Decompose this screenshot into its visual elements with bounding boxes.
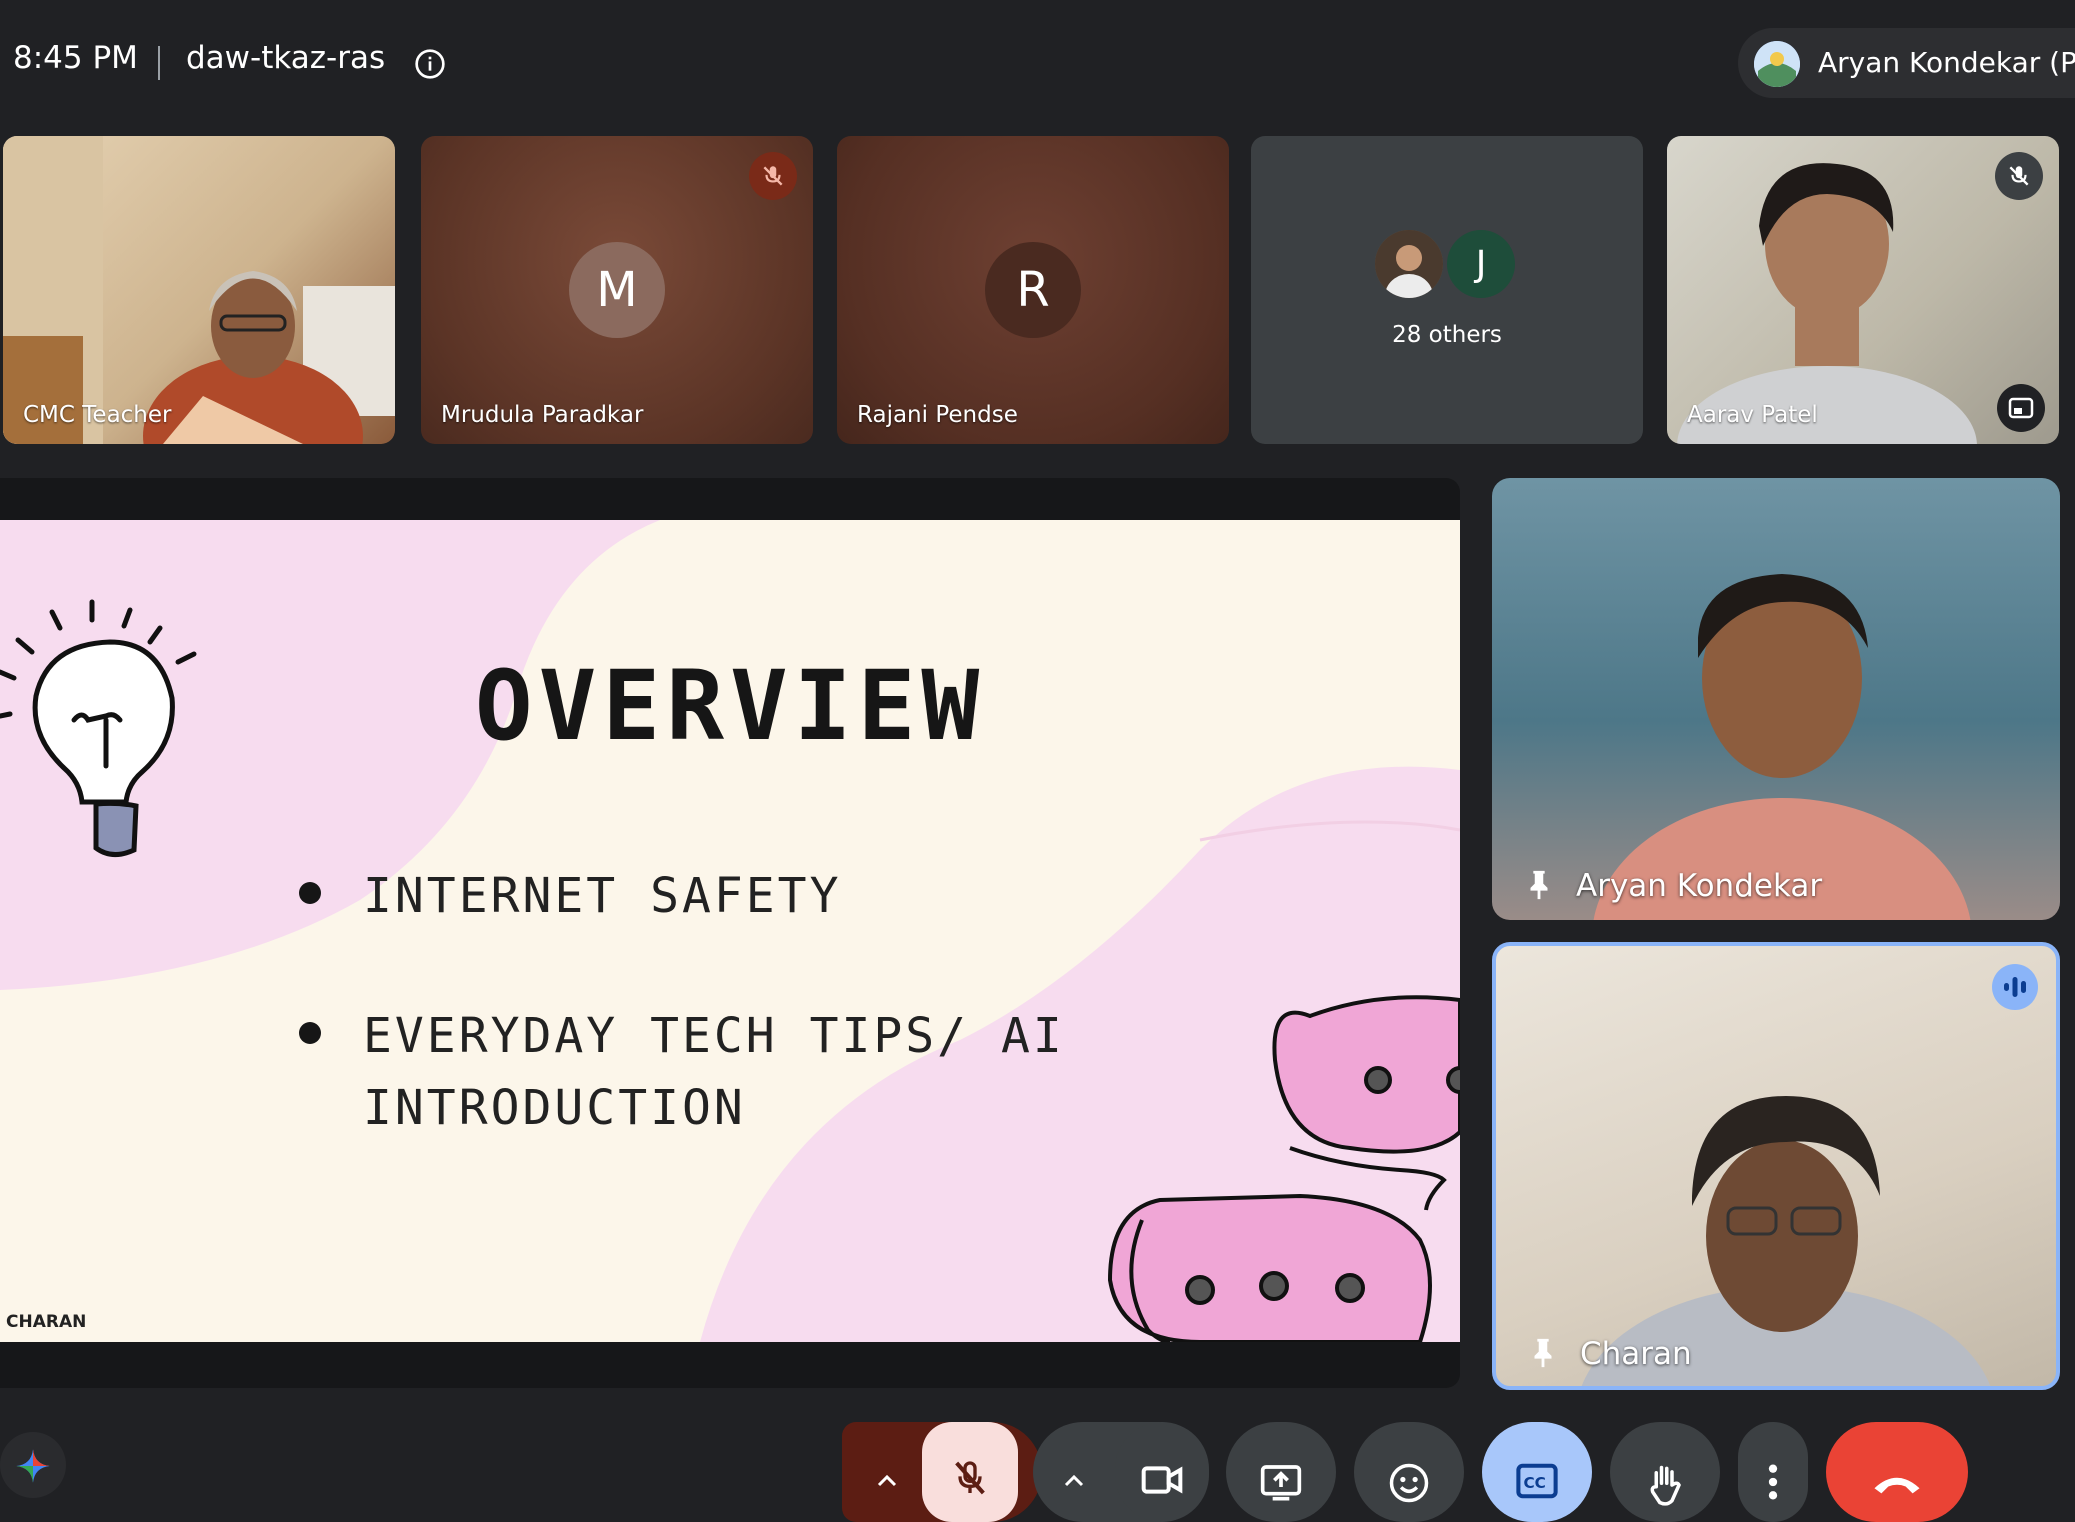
present-button[interactable] — [1226, 1422, 1336, 1522]
audio-level-icon — [1992, 964, 2038, 1010]
end-call-icon — [1874, 1477, 1920, 1494]
presenter-name: Aryan Kondekar (Pre — [1818, 46, 2075, 79]
video-feed — [3, 136, 395, 444]
participant-tile-mrudula[interactable]: M Mrudula Paradkar — [421, 136, 813, 444]
bullet-text: INTERNET SAFETY — [363, 868, 842, 924]
captions-icon: CC — [1516, 1463, 1558, 1499]
gemini-button[interactable] — [0, 1432, 66, 1498]
camera-icon — [1141, 1466, 1183, 1494]
slide: OVERVIEW INTERNET SAFETY EVERYDAY TECH T… — [0, 520, 1460, 1342]
speaker-name: Aryan Kondekar — [1576, 868, 1823, 904]
participant-tile-cmc-teacher[interactable]: CMC Teacher — [3, 136, 395, 444]
reactions-button[interactable] — [1354, 1422, 1464, 1522]
svg-text:CC: CC — [1523, 1474, 1545, 1492]
expand-icon[interactable] — [1997, 384, 2045, 432]
participant-name: Rajani Pendse — [857, 402, 1018, 428]
video-feed — [1581, 1096, 1991, 1386]
end-call-button[interactable] — [1826, 1422, 1968, 1522]
avatar: R — [985, 242, 1081, 338]
mic-off-icon — [955, 1461, 985, 1495]
more-options-button[interactable] — [1738, 1422, 1808, 1522]
raise-hand-icon — [1650, 1465, 1681, 1506]
participant-name: CMC Teacher — [23, 402, 172, 428]
participant-name: Aarav Patel — [1687, 402, 1818, 428]
presenter-chip[interactable]: Aryan Kondekar (Pre — [1738, 28, 2075, 98]
camera-control-group — [1033, 1422, 1209, 1522]
clock: 8:45 PM — [13, 40, 138, 76]
avatar: J — [1447, 230, 1515, 298]
bullet-text: INTRODUCTION — [363, 1080, 746, 1136]
pin-icon[interactable] — [1522, 868, 1556, 902]
participant-tile-aarav[interactable]: Aarav Patel — [1667, 136, 2059, 444]
others-count: 28 others — [1392, 322, 1502, 348]
mic-toggle-button[interactable] — [922, 1422, 1018, 1522]
slide-footer: CHARAN — [6, 1312, 87, 1332]
speaker-tile-aryan[interactable]: Aryan Kondekar — [1492, 478, 2060, 920]
camera-button[interactable] — [1115, 1422, 1209, 1522]
top-bar: 8:45 PM daw-tkaz-ras Aryan Kondekar (Pre — [0, 0, 2075, 130]
info-icon[interactable] — [414, 48, 446, 80]
participant-name: Mrudula Paradkar — [441, 402, 644, 428]
presenter-avatar — [1754, 41, 1800, 87]
avatar — [1375, 230, 1443, 298]
mic-off-icon — [749, 152, 797, 200]
control-bar: CC — [0, 1410, 2075, 1522]
bullet-dot — [299, 882, 321, 904]
captions-button[interactable]: CC — [1482, 1422, 1592, 1522]
bullet-dot — [299, 1022, 321, 1044]
divider — [158, 46, 160, 80]
speaker-tile-charan[interactable]: Charan — [1492, 942, 2060, 1390]
participant-tile-others[interactable]: J 28 others — [1251, 136, 1643, 444]
slide-title: OVERVIEW — [474, 650, 986, 762]
pin-icon[interactable] — [1526, 1336, 1560, 1370]
bullet-text: EVERYDAY TECH TIPS/ AI — [363, 1008, 1065, 1064]
mic-control-group — [842, 1422, 1042, 1522]
meeting-code: daw-tkaz-ras — [186, 40, 386, 76]
chevron-up-icon[interactable] — [876, 1474, 898, 1488]
participant-tile-rajani[interactable]: R Rajani Pendse — [837, 136, 1229, 444]
video-feed — [1593, 574, 1971, 920]
speaker-name: Charan — [1580, 1336, 1692, 1372]
raise-hand-button[interactable] — [1610, 1422, 1720, 1522]
emoji-icon — [1389, 1463, 1429, 1503]
mic-off-icon — [1995, 152, 2043, 200]
chevron-up-icon[interactable] — [1063, 1474, 1085, 1488]
present-icon — [1260, 1465, 1302, 1501]
gemini-icon — [16, 1449, 50, 1483]
avatar: M — [569, 242, 665, 338]
more-icon — [1768, 1464, 1778, 1500]
presentation-stage[interactable]: OVERVIEW INTERNET SAFETY EVERYDAY TECH T… — [0, 478, 1460, 1388]
